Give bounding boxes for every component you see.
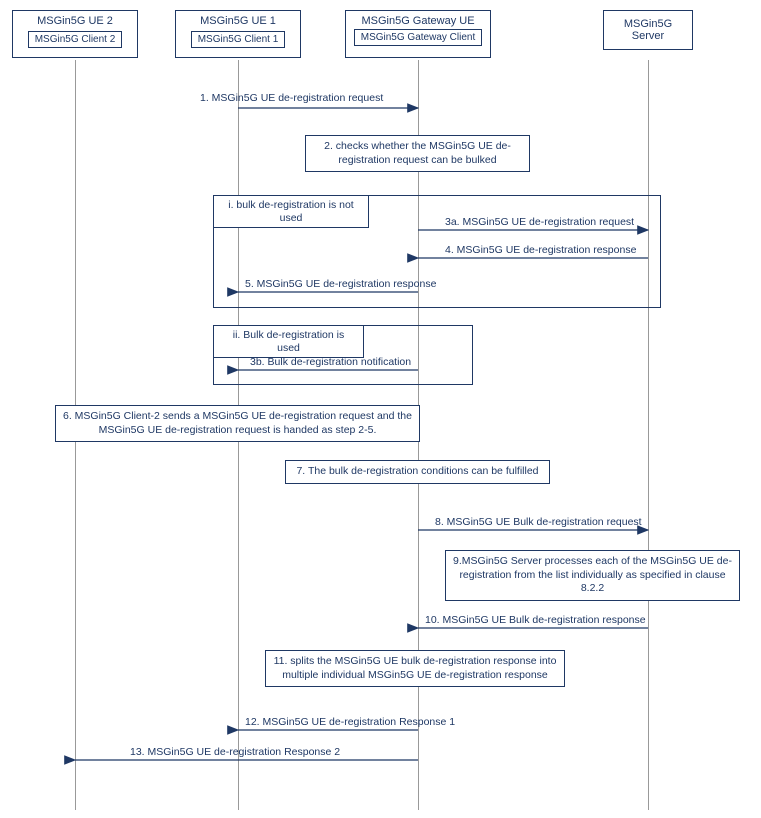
actor-ue2: MSGin5G UE 2 MSGin5G Client 2 <box>12 10 138 58</box>
actor-server: MSGin5G Server <box>603 10 693 50</box>
note-step9: 9.MSGin5G Server processes each of the M… <box>445 550 740 601</box>
actor-ue1: MSGin5G UE 1 MSGin5G Client 1 <box>175 10 301 58</box>
note-step11: 11. splits the MSGin5G UE bulk de-regist… <box>265 650 565 687</box>
msg-3a-label: 3a. MSGin5G UE de-registration request <box>445 216 634 228</box>
actor-ue2-client: MSGin5G Client 2 <box>28 31 123 48</box>
msg-10-label: 10. MSGin5G UE Bulk de-registration resp… <box>425 614 646 626</box>
msg-4-label: 4. MSGin5G UE de-registration response <box>445 244 636 256</box>
actor-ue1-title: MSGin5G UE 1 <box>182 15 294 31</box>
actor-server-title: MSGin5G Server <box>610 18 686 42</box>
msg-8-label: 8. MSGin5G UE Bulk de-registration reque… <box>435 516 642 528</box>
lifeline-server <box>648 60 649 810</box>
msg-3b-label: 3b. Bulk de-registration notification <box>250 356 411 368</box>
alt-group-not-bulked-label: i. bulk de-registration is not used <box>214 196 369 228</box>
msg-1-label: 1. MSGin5G UE de-registration request <box>200 92 383 104</box>
actor-ue2-title: MSGin5G UE 2 <box>19 15 131 31</box>
msg-5-label: 5. MSGin5G UE de-registration response <box>245 278 436 290</box>
note-step2: 2. checks whether the MSGin5G UE de-regi… <box>305 135 530 172</box>
actor-gateway-client: MSGin5G Gateway Client <box>354 29 483 46</box>
alt-group-bulked-label: ii. Bulk de-registration is used <box>214 326 364 358</box>
msg-13-label: 13. MSGin5G UE de-registration Response … <box>130 746 340 758</box>
note-step6: 6. MSGin5G Client-2 sends a MSGin5G UE d… <box>55 405 420 442</box>
alt-group-bulked: ii. Bulk de-registration is used <box>213 325 473 385</box>
actor-ue1-client: MSGin5G Client 1 <box>191 31 286 48</box>
actor-gateway-title: MSGin5G Gateway UE <box>352 15 484 29</box>
msg-12-label: 12. MSGin5G UE de-registration Response … <box>245 716 455 728</box>
note-step7: 7. The bulk de-registration conditions c… <box>285 460 550 484</box>
actor-gateway: MSGin5G Gateway UE MSGin5G Gateway Clien… <box>345 10 491 58</box>
